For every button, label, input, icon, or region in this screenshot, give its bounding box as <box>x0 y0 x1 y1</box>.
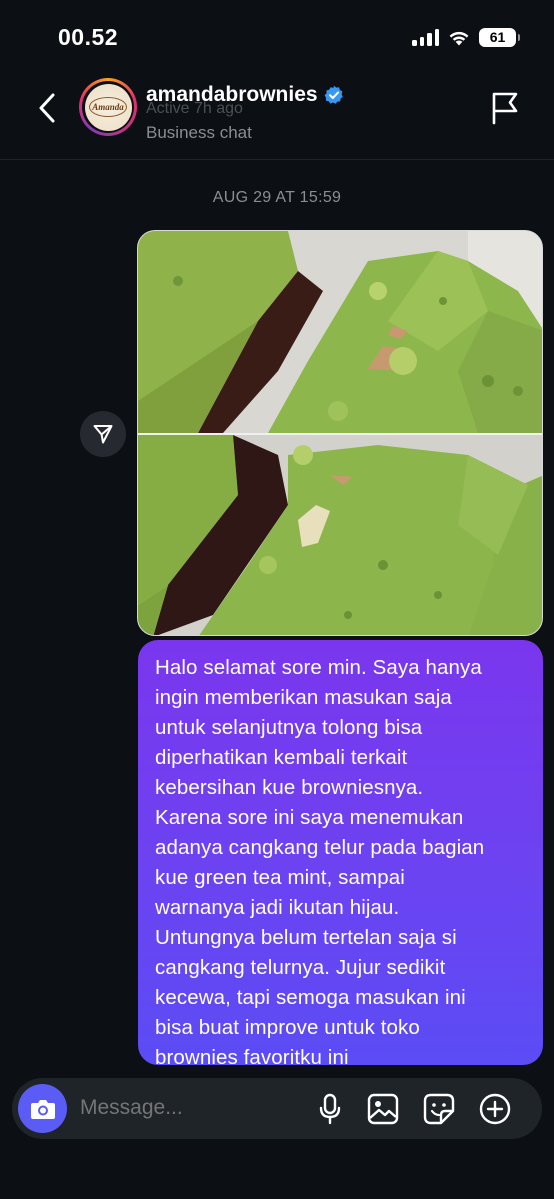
message-composer <box>12 1078 542 1139</box>
battery-icon: 61 <box>479 27 520 47</box>
voice-button[interactable] <box>314 1093 346 1125</box>
avatar-logo-text: Amanda <box>92 102 124 112</box>
plus-circle-icon <box>479 1093 511 1125</box>
flag-icon <box>492 92 518 125</box>
username[interactable]: amandabrownies <box>146 83 344 107</box>
send-icon <box>93 425 113 444</box>
gallery-button[interactable] <box>367 1093 399 1125</box>
sticker-icon <box>423 1093 455 1125</box>
avatar-logo: Amanda <box>84 83 132 131</box>
status-icons: 61 <box>412 25 520 49</box>
report-button[interactable] <box>490 90 522 126</box>
photo-message[interactable] <box>137 230 543 636</box>
wifi-icon <box>449 31 469 45</box>
camera-icon <box>30 1099 55 1119</box>
home-indicator-area <box>0 1160 554 1199</box>
cake-photo-image-2 <box>138 435 542 635</box>
cellular-signal-icon <box>412 28 439 46</box>
message-text: Halo selamat sore min. Saya hanya ingin … <box>155 656 485 1069</box>
cake-photo-image <box>138 231 542 433</box>
more-options-button[interactable] <box>479 1093 511 1125</box>
chevron-left-icon <box>39 93 55 123</box>
camera-button[interactable] <box>18 1084 67 1133</box>
share-button[interactable] <box>80 411 126 457</box>
chat-header: Amanda Active 7h ago amandabrownies Busi… <box>0 70 554 160</box>
date-label: AUG 29 AT 15:59 <box>212 189 342 206</box>
business-chat-label: Business chat <box>146 123 252 142</box>
verified-badge-icon <box>324 85 343 104</box>
gallery-icon <box>367 1093 399 1125</box>
photo-top <box>138 231 542 433</box>
photo-bottom <box>138 433 542 635</box>
username-text: amandabrownies <box>146 83 318 106</box>
avatar[interactable]: Amanda <box>79 78 137 136</box>
microphone-icon <box>319 1093 341 1125</box>
status-bar: 00.52 61 <box>0 0 554 70</box>
message-bubble[interactable]: Halo selamat sore min. Saya hanya ingin … <box>138 640 543 1069</box>
status-time: 00.52 <box>58 24 119 50</box>
back-button[interactable] <box>30 88 64 128</box>
message-input[interactable] <box>80 1096 300 1120</box>
sticker-button[interactable] <box>423 1093 455 1125</box>
